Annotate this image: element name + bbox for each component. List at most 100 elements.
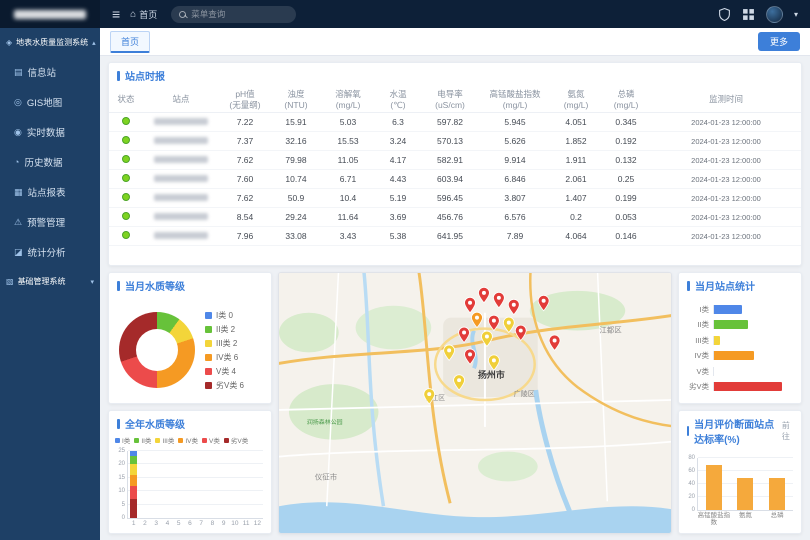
cell-total-phosphorus: 0.192	[601, 132, 651, 151]
legend-item[interactable]: 劣V类	[224, 435, 248, 445]
tab-home[interactable]: 首页	[110, 31, 150, 53]
hbar-track	[713, 305, 793, 314]
col-monitor-time: 监测时间	[651, 87, 801, 113]
stacked-bar	[164, 451, 171, 518]
table-row[interactable]: 7.6250.910.45.19596.453.8071.4070.199202…	[109, 189, 801, 208]
col-ammonia: 氨氮(mg/L)	[551, 87, 601, 113]
panel-header: 当月站点统计	[679, 273, 801, 297]
legend-item[interactable]: I类 0	[205, 310, 244, 321]
sidebar-item-label: 实时数据	[27, 125, 65, 139]
breadcrumb-label: 首页	[139, 8, 157, 21]
chevron-down-icon[interactable]: ▾	[794, 10, 798, 19]
table-row[interactable]: 7.6010.746.714.43603.946.8462.0610.25202…	[109, 170, 801, 189]
legend-item[interactable]: IV类	[178, 435, 198, 445]
sidebar-group-surface-water-system[interactable]: ◈ 地表水质量监测系统 ▴	[0, 28, 100, 57]
legend-label: V类	[209, 435, 220, 445]
x-tick-label: 5	[177, 520, 181, 527]
menu-search[interactable]	[171, 6, 296, 23]
legend-item[interactable]: II类 2	[205, 324, 244, 335]
sidebar-item-gis-map[interactable]: ◎GIS地图	[0, 87, 100, 117]
sidebar-item-alert-management[interactable]: ⚠预警管理	[0, 207, 100, 237]
legend-item[interactable]: V类	[202, 435, 220, 445]
table-row[interactable]: 7.9633.083.435.38641.957.894.0640.146202…	[109, 227, 801, 246]
status-ok-dot	[122, 231, 130, 239]
cell-codmn: 3.807	[479, 189, 551, 208]
vbar-氨氮	[737, 478, 753, 511]
search-input[interactable]	[191, 9, 288, 19]
legend-swatch	[205, 382, 212, 389]
sidebar-item-label: 历史数据	[24, 155, 62, 169]
legend-item[interactable]: V类 4	[205, 366, 244, 377]
status-ok-dot	[122, 193, 130, 201]
x-tick-label: 12	[254, 520, 261, 527]
hbar-劣V类	[714, 382, 782, 391]
monthly-station-stats-panel: 当月站点统计 I类II类III类IV类V类劣V类	[678, 272, 802, 404]
panel-header: 全年水质等级	[109, 411, 271, 435]
cell-status	[109, 170, 143, 189]
cell-codmn: 7.89	[479, 227, 551, 246]
sidebar-item-label: 统计分析	[28, 245, 66, 259]
legend-swatch	[224, 438, 229, 443]
legend-item[interactable]: IV类 6	[205, 352, 244, 363]
history-data-icon: ◔	[14, 157, 19, 167]
cell-monitor-time: 2024-01-23 12:00:00	[651, 208, 801, 227]
legend-swatch	[115, 438, 120, 443]
cell-conductivity: 597.82	[421, 113, 479, 132]
x-tick-label: 4	[166, 520, 170, 527]
hamburger-menu-icon[interactable]: ≡	[112, 7, 120, 21]
shield-icon[interactable]	[718, 8, 731, 21]
map-label: 润扬森林公园	[307, 418, 343, 426]
compliance-rate-panel: 当月评价断面站点达标率(%) 前往 020406080高锰酸盐指数氨氮总磷	[678, 410, 802, 534]
table-row[interactable]: 7.2215.915.036.3597.825.9454.0510.345202…	[109, 113, 801, 132]
station-table-body: 7.2215.915.036.3597.825.9454.0510.345202…	[109, 113, 801, 246]
table-row[interactable]: 7.3732.1615.533.24570.135.6261.8520.1922…	[109, 132, 801, 151]
sidebar-item-history-data[interactable]: ◔ 历史数据	[0, 147, 100, 177]
sidebar-item-info-station[interactable]: ▤信息站	[0, 57, 100, 87]
cell-turbidity: 15.91	[271, 113, 321, 132]
app-logo[interactable]	[0, 0, 100, 28]
sidebar-group-basic-management[interactable]: ▧ 基础管理系统 ▾	[0, 267, 100, 296]
legend-item[interactable]: III类 2	[205, 338, 244, 349]
table-row[interactable]: 7.6279.9811.054.17582.919.9141.9110.1322…	[109, 151, 801, 170]
legend-item[interactable]: II类	[134, 435, 151, 445]
more-button[interactable]: 更多	[758, 32, 800, 51]
breadcrumb-home[interactable]: ⌂ 首页	[130, 8, 157, 21]
legend-item[interactable]: III类	[155, 435, 174, 445]
cell-codmn: 5.626	[479, 132, 551, 151]
status-ok-dot	[122, 136, 130, 144]
donut-chart-area: I类 0 II类 2 III类 2 IV类 6 V类 4 劣V类 6	[109, 297, 271, 403]
legend-item[interactable]: 劣V类 6	[205, 380, 244, 391]
vbar-group: 总磷	[769, 458, 785, 510]
table-row[interactable]: 8.5429.2411.643.69456.766.5760.20.053202…	[109, 208, 801, 227]
sidebar-item-realtime-data[interactable]: ◉实时数据	[0, 117, 100, 147]
stacked-bar	[243, 451, 250, 518]
cell-status	[109, 151, 143, 170]
legend-swatch	[155, 438, 160, 443]
title-accent	[117, 71, 120, 81]
cell-ammonia: 1.407	[551, 189, 601, 208]
bar-slot: 9	[218, 451, 229, 518]
sidebar-item-station-report[interactable]: ▦站点报表	[0, 177, 100, 207]
legend-swatch	[202, 438, 207, 443]
legend-item[interactable]: I类	[115, 435, 130, 445]
cell-status	[109, 208, 143, 227]
legend-swatch	[205, 326, 212, 333]
grid-icon[interactable]	[742, 8, 755, 21]
bar-segment-II类	[130, 456, 137, 464]
go-link[interactable]: 前往	[782, 420, 793, 442]
map-panel[interactable]: 扬州市邗江区广陵区江都区仪征市润扬森林公园	[278, 272, 672, 534]
map-label: 广陵区	[514, 389, 535, 398]
cell-dissolved-oxygen: 11.05	[321, 151, 375, 170]
legend-swatch	[205, 312, 212, 319]
sidebar-item-statistics-analysis[interactable]: ◪统计分析	[0, 237, 100, 267]
user-avatar[interactable]	[766, 6, 783, 23]
cell-dissolved-oxygen: 15.53	[321, 132, 375, 151]
cell-monitor-time: 2024-01-23 12:00:00	[651, 151, 801, 170]
bar-segment-III类	[130, 464, 137, 475]
category-label: I类	[683, 304, 709, 315]
vbar-高锰酸盐指数	[706, 465, 722, 511]
cell-turbidity: 33.08	[271, 227, 321, 246]
stacked-bar	[198, 451, 205, 518]
cell-ammonia: 2.061	[551, 170, 601, 189]
bar-slot: 6	[184, 451, 195, 518]
